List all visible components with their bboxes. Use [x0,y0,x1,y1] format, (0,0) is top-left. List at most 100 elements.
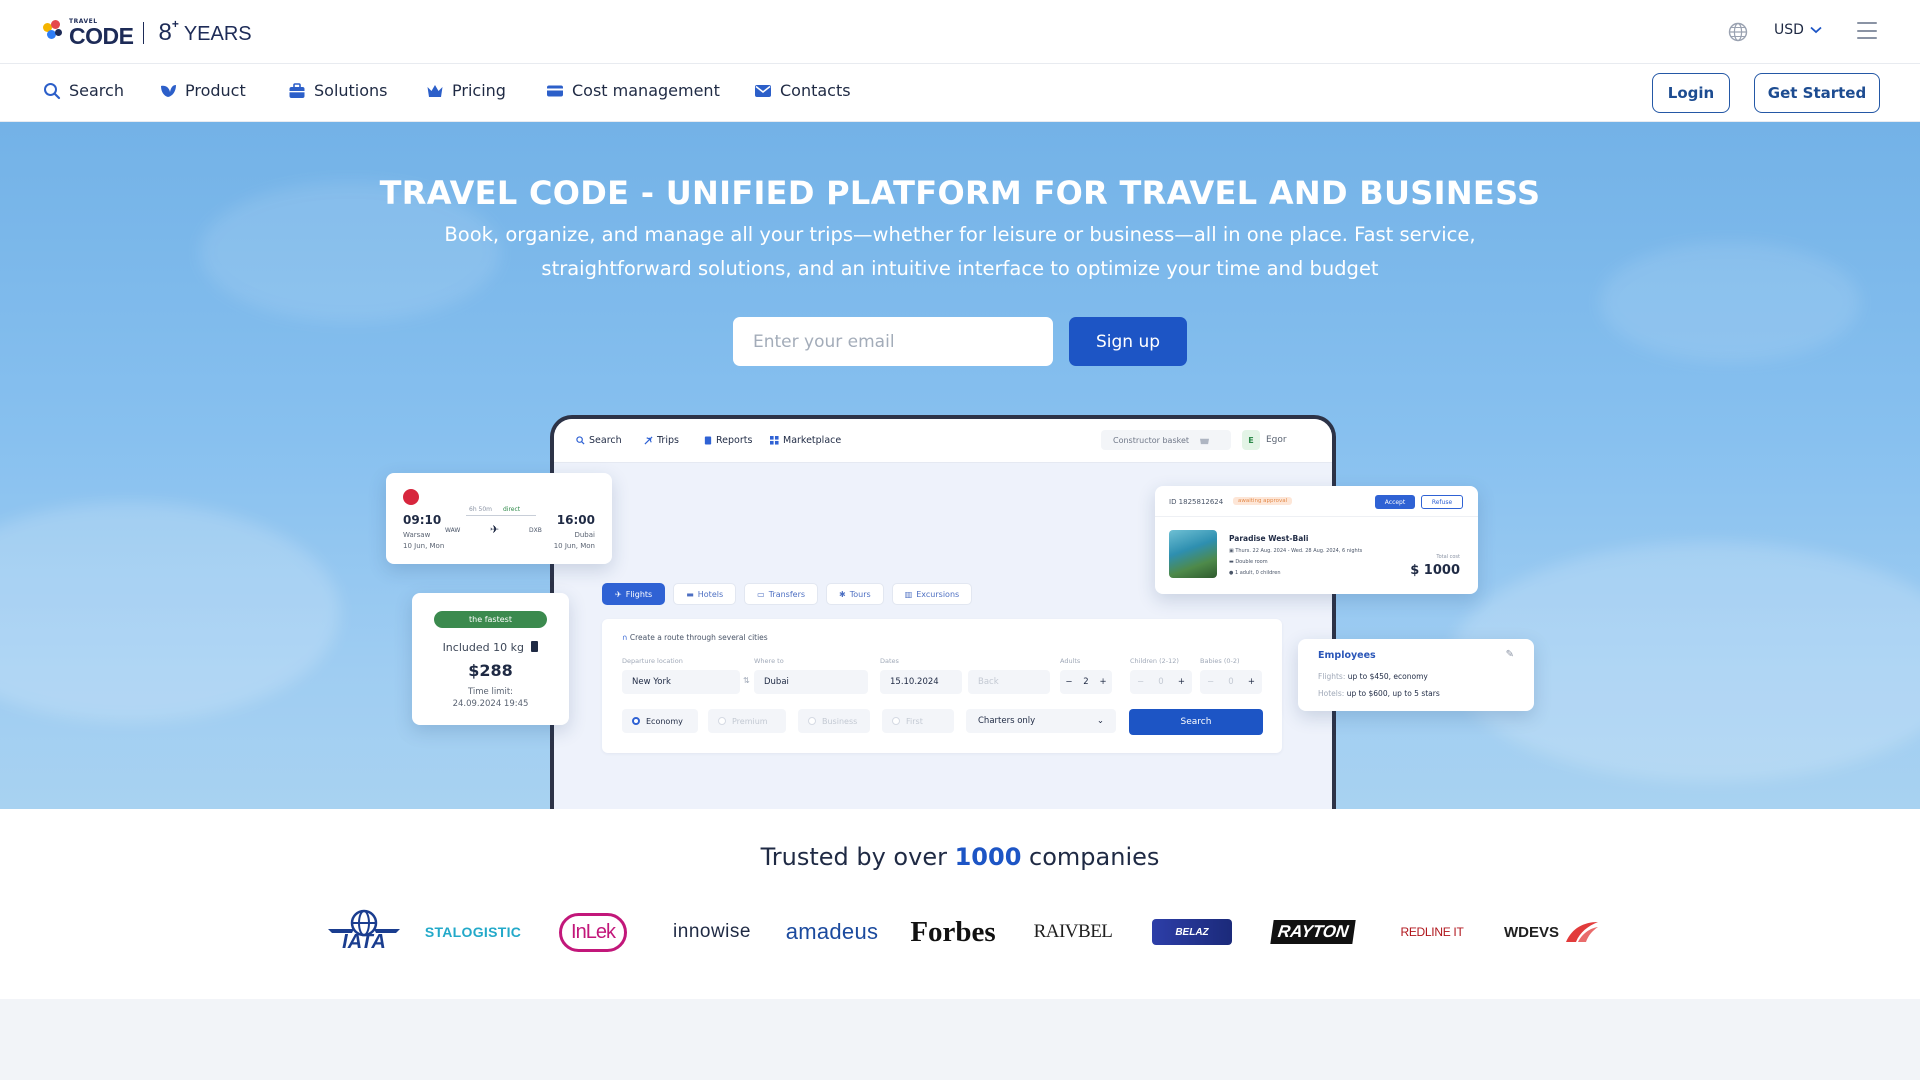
logo-raivbel-text: RAIVBEL [1033,921,1113,942]
segment-flights[interactable]: ✈ Flights [602,583,666,605]
label-departure: Departure location [622,657,683,665]
label-where: Where to [754,657,784,665]
guests: ● 1 adult, 0 children [1229,570,1281,576]
time-limit-label: Time limit: [467,687,514,697]
years-label: YEARS [183,23,252,45]
hero-title: TRAVEL CODE - UNIFIED PLATFORM FOR TRAVE… [379,174,1541,212]
trusted-suffix: companies [1029,843,1160,871]
preview-tab-label: Marketplace [783,435,842,446]
building-icon: ▥ [904,589,913,599]
date-field[interactable]: 15.10.2024 [880,670,962,694]
flights-policy-value: up to $450, economy [1347,672,1428,681]
plus-icon[interactable]: + [1178,677,1185,687]
class-business-radio[interactable]: Business [798,709,870,733]
swap-icon[interactable]: ⇅ [743,676,750,685]
logo-wdevs: WDEVS [1502,905,1602,959]
logo-belaz: BELAZ [1150,905,1234,959]
plane-icon: ✈ [490,523,500,536]
constructor-basket-button[interactable]: Constructor basket [1101,430,1231,450]
preview-search-button[interactable]: Search [1129,709,1263,735]
trusted-companies-section: Trusted by over 1000 companies IATA STAL… [0,809,1920,999]
return-date-field[interactable]: Back [968,670,1050,694]
room-type-text: Double room [1235,559,1268,565]
preview-tab-search[interactable]: Search [576,435,622,446]
nav-label-search: Search [69,81,124,100]
nav-item-pricing[interactable]: Pricing [426,81,506,100]
plane-icon [644,436,653,445]
crown-icon [427,84,443,97]
destination-code: DXB [529,527,542,534]
main-nav: Search Product Solutions Pricing Cost ma… [0,64,1920,122]
plus-icon[interactable]: + [1248,677,1255,687]
class-label: Economy [646,716,683,726]
to-field[interactable]: Dubai [754,670,868,694]
route-icon: ∩ [622,633,628,642]
segment-hotels[interactable]: ▬ Hotels [673,583,737,605]
nav-item-cost-management[interactable]: Cost management [546,81,720,100]
total-cost-value: $ 1000 [1410,563,1460,578]
trusted-count: 1000 [954,843,1022,871]
accept-button[interactable]: Accept [1375,495,1415,509]
avatar[interactable]: E [1242,430,1260,450]
minus-icon[interactable]: − [1207,677,1214,687]
travel-code-logo[interactable]: TRAVEL CODE 8 + YEARS [43,16,252,50]
hero-section: TRAVEL CODE - UNIFIED PLATFORM FOR TRAVE… [0,122,1920,809]
service-segments: ✈ Flights ▬ Hotels ▭ Transfers ✱ Tours ▥ Excu… [602,583,973,605]
charters-select[interactable]: Charters only ⌄ [966,709,1116,733]
preview-top-nav: Search Trips Reports Marketplace Constru… [554,419,1332,463]
hamburger-menu-icon[interactable] [1857,22,1877,39]
class-first-radio[interactable]: First [882,709,954,733]
segment-transfers[interactable]: ▭ Transfers [744,583,819,605]
preview-tab-label: Search [589,435,622,446]
email-input[interactable] [733,317,1053,366]
segment-label: Tours [849,589,871,599]
user-name[interactable]: Egor [1266,435,1287,445]
sign-up-button[interactable]: Sign up [1069,317,1187,366]
logo-inlek: InLek [557,905,629,959]
logo-innowise-text: innowise [673,921,751,942]
nav-item-solutions[interactable]: Solutions [288,81,388,100]
logo-forbes: Forbes [905,905,1001,959]
time-limit-value: 24.09.2024 19:45 [452,699,529,709]
preview-tab-trips[interactable]: Trips [644,435,679,446]
segment-excursions[interactable]: ▥ Excursions [891,583,973,605]
edit-pencil-icon[interactable]: ✎ [1506,649,1514,660]
globe-icon[interactable] [1728,22,1748,42]
nav-item-search[interactable]: Search [43,81,124,100]
logo-redline-text: REDLINE IT [1400,925,1464,939]
company-logos: IATA STALOGISTIC InLek innowise amadeus … [0,905,1920,959]
multi-city-link[interactable]: ∩ Create a route through several cities [622,633,768,642]
leaf-icon [161,84,176,97]
get-started-button[interactable]: Get Started [1754,73,1880,113]
logo-rayton-text: RAYTON [1270,920,1356,944]
baggage-label: Included 10 kg [442,641,524,654]
plane-icon: ✈ [615,589,622,599]
nav-label-cost-management: Cost management [572,81,720,100]
segment-label: Flights [625,589,653,599]
preview-tab-marketplace[interactable]: Marketplace [770,435,841,446]
nav-item-product[interactable]: Product [159,81,246,100]
from-field[interactable]: New York [622,670,740,694]
nav-item-contacts[interactable]: Contacts [754,81,851,100]
login-button[interactable]: Login [1652,73,1730,113]
class-premium-radio[interactable]: Premium [708,709,786,733]
minus-icon[interactable]: − [1065,677,1072,687]
class-label: First [906,716,923,726]
charters-value: Charters only [978,716,1036,726]
refuse-button[interactable]: Refuse [1421,495,1463,509]
segment-label: Excursions [916,589,960,599]
currency-selector[interactable]: USD [1774,22,1822,38]
preview-tab-reports[interactable]: Reports [704,435,752,446]
class-economy-radio[interactable]: Economy [622,709,698,733]
room-type: ▬ Double room [1229,559,1268,565]
document-icon [704,436,712,445]
segment-label: Hotels [697,589,724,599]
minus-icon[interactable]: − [1137,677,1144,687]
booking-id: ID 1825812624 [1169,498,1224,506]
adults-stepper[interactable]: − 2 + [1060,670,1112,694]
children-stepper[interactable]: − 0 + [1130,670,1192,694]
hotels-policy-label: Hotels: [1318,689,1345,698]
plus-icon[interactable]: + [1099,677,1106,687]
babies-stepper[interactable]: − 0 + [1200,670,1262,694]
segment-tours[interactable]: ✱ Tours [826,583,884,605]
